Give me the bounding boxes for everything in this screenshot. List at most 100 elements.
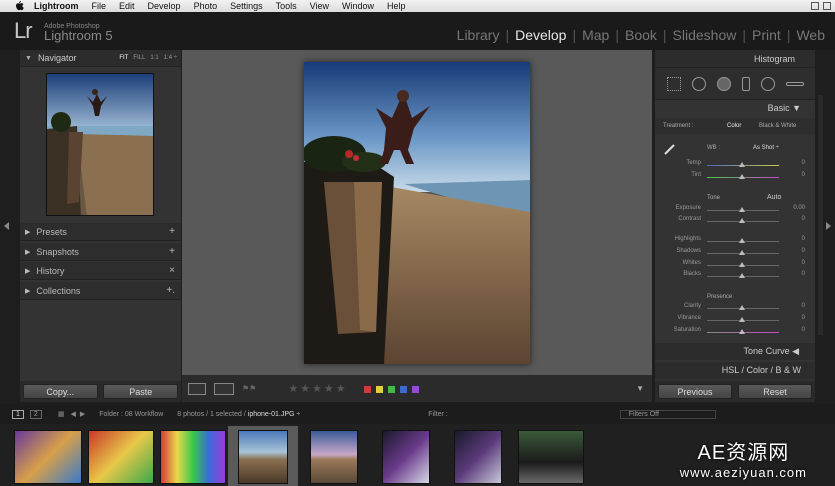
bw-tab[interactable]: B & W <box>775 365 801 375</box>
filmstrip-thumb[interactable] <box>310 430 358 484</box>
panel-collections[interactable]: ▶ Collections +. <box>20 282 181 300</box>
basic-header[interactable]: Basic ▼ <box>655 100 815 116</box>
module-slideshow[interactable]: Slideshow <box>667 27 743 43</box>
slider-contrast[interactable]: Contrast 0 <box>655 216 815 227</box>
menu-lightroom[interactable]: Lightroom <box>34 1 79 11</box>
navigator-header[interactable]: ▼ Navigator FIT FILL 1:1 1:4 ÷ <box>20 50 181 67</box>
menu-photo[interactable]: Photo <box>194 1 218 11</box>
filmstrip-thumb[interactable] <box>518 430 584 484</box>
right-panel-toggle-icon[interactable] <box>826 222 831 230</box>
slider-value[interactable]: 0.00 <box>793 205 805 211</box>
slider-vibrance[interactable]: Vibrance 0 <box>655 315 815 326</box>
slider-value[interactable]: 0 <box>802 260 805 266</box>
slider-value[interactable]: 0 <box>802 236 805 242</box>
right-panel-scrollbar[interactable] <box>818 95 823 335</box>
wb-dropdown[interactable]: As Shot ÷ <box>753 145 779 151</box>
label-blue[interactable] <box>399 385 407 393</box>
main-photo[interactable] <box>304 62 530 364</box>
filmstrip-thumb[interactable] <box>382 430 430 484</box>
adjustment-brush-icon[interactable] <box>785 81 804 86</box>
auto-tone-button[interactable]: Auto <box>767 194 781 201</box>
slider-value[interactable]: 0 <box>802 327 805 333</box>
menu-tools[interactable]: Tools <box>276 1 297 11</box>
loupe-view-icon[interactable] <box>188 382 206 395</box>
navigator-preview[interactable] <box>46 73 154 216</box>
wb-eyedropper-icon[interactable] <box>663 142 677 156</box>
slider-clarity[interactable]: Clarity 0 <box>655 303 815 314</box>
module-library[interactable]: Library <box>451 27 506 43</box>
before-after-icon[interactable] <box>214 382 234 395</box>
zoom-fit[interactable]: FIT <box>119 55 128 61</box>
slider-shadows[interactable]: Shadows 0 <box>655 248 815 259</box>
label-green[interactable] <box>387 385 395 393</box>
slider-value[interactable]: 0 <box>802 303 805 309</box>
left-panel-toggle-icon[interactable] <box>4 222 9 230</box>
folder-label[interactable]: Folder : 08 Workflow <box>99 411 163 418</box>
add-preset-icon[interactable]: + <box>169 226 175 237</box>
toolbar-menu-icon[interactable]: ▼ <box>636 384 644 393</box>
zoom-1-1[interactable]: 1:1 <box>150 55 158 61</box>
filmstrip-thumb[interactable] <box>454 430 502 484</box>
filename-dropdown[interactable]: iphone-01.JPG ÷ <box>248 411 300 418</box>
filmstrip-thumb-selected[interactable] <box>238 430 288 484</box>
crop-icon[interactable] <box>666 76 681 91</box>
panel-presets[interactable]: ▶ Presets + <box>20 223 181 241</box>
hsl-tab[interactable]: HSL <box>722 365 739 375</box>
slider-value[interactable]: 0 <box>802 248 805 254</box>
back-icon[interactable]: ◀ <box>70 410 75 418</box>
slider-blacks[interactable]: Blacks 0 <box>655 271 815 282</box>
graduated-filter-icon[interactable] <box>741 76 750 91</box>
slider-whites[interactable]: Whites 0 <box>655 260 815 271</box>
add-collection-icon[interactable]: +. <box>166 285 175 296</box>
flag-icon[interactable]: ⚑⚑ <box>242 384 256 393</box>
color-tab[interactable]: Color <box>746 365 768 375</box>
panel-snapshots[interactable]: ▶ Snapshots + <box>20 243 181 261</box>
filmstrip-thumb[interactable] <box>88 430 154 484</box>
rating-stars[interactable]: ★★★★★ <box>288 382 347 395</box>
slider-value[interactable]: 0 <box>802 216 805 222</box>
menu-settings[interactable]: Settings <box>230 1 263 11</box>
module-map[interactable]: Map <box>576 27 615 43</box>
window-icon[interactable] <box>823 2 831 10</box>
slider-value[interactable]: 0 <box>802 315 805 321</box>
module-develop[interactable]: Develop <box>509 27 572 43</box>
label-yellow[interactable] <box>375 385 383 393</box>
slider-highlights[interactable]: Highlights 0 <box>655 236 815 247</box>
filmstrip-thumb[interactable] <box>14 430 82 484</box>
menu-help[interactable]: Help <box>387 1 406 11</box>
label-red[interactable] <box>363 385 371 393</box>
add-snapshot-icon[interactable]: + <box>169 246 175 257</box>
radial-filter-icon[interactable] <box>760 76 775 91</box>
menu-window[interactable]: Window <box>342 1 374 11</box>
treatment-bw[interactable]: Black & White <box>759 123 796 129</box>
apple-icon[interactable] <box>14 1 24 11</box>
module-print[interactable]: Print <box>746 27 787 43</box>
filter-dropdown[interactable]: Filters Off <box>619 409 716 419</box>
reset-button[interactable]: Reset <box>738 384 812 399</box>
clear-history-icon[interactable]: × <box>169 265 175 276</box>
monitor-2-button[interactable]: 2 <box>29 409 42 419</box>
monitor-1-button[interactable]: 1 <box>12 409 24 419</box>
slider-temp[interactable]: Temp 0 <box>655 160 815 171</box>
paste-settings-button[interactable]: Paste <box>103 384 179 399</box>
label-purple[interactable] <box>411 385 419 393</box>
slider-value[interactable]: 0 <box>802 271 805 277</box>
menu-view[interactable]: View <box>310 1 329 11</box>
histogram-header[interactable]: Histogram <box>655 50 815 68</box>
zoom-fill[interactable]: FILL <box>133 55 145 61</box>
panel-history[interactable]: ▶ History × <box>20 262 181 280</box>
module-web[interactable]: Web <box>790 27 831 43</box>
slider-exposure[interactable]: Exposure 0.00 <box>655 205 815 216</box>
zoom-1-4[interactable]: 1:4 ÷ <box>164 55 177 61</box>
menu-edit[interactable]: Edit <box>119 1 135 11</box>
menu-file[interactable]: File <box>92 1 107 11</box>
slider-value[interactable]: 0 <box>802 160 805 166</box>
menu-develop[interactable]: Develop <box>148 1 181 11</box>
slider-tint[interactable]: Tint 0 <box>655 172 815 183</box>
red-eye-icon[interactable] <box>716 76 731 91</box>
spot-removal-icon[interactable] <box>691 76 706 91</box>
tone-curve-header[interactable]: Tone Curve ◀ <box>655 343 815 360</box>
forward-icon[interactable]: ▶ <box>80 410 85 418</box>
module-book[interactable]: Book <box>619 27 663 43</box>
slider-saturation[interactable]: Saturation 0 <box>655 327 815 338</box>
